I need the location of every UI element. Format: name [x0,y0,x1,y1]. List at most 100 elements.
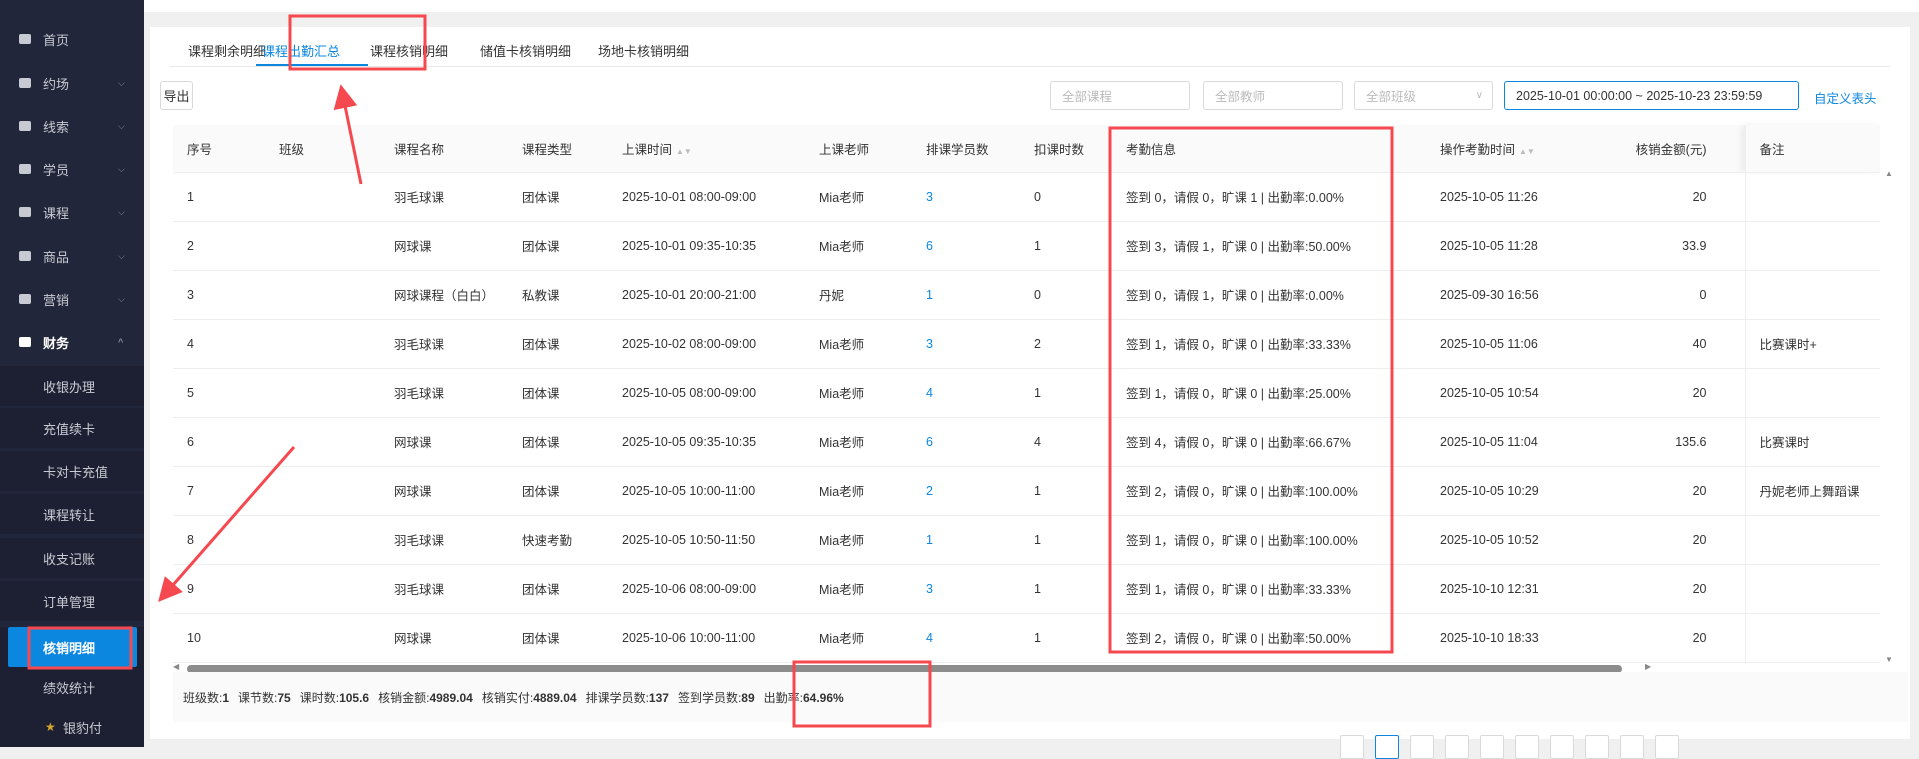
export-button[interactable]: 导出 [160,81,193,110]
sort-icon[interactable]: ▲▼ [1519,147,1535,156]
table-cell: 团体课 [508,564,608,614]
summary-item: 签到学员数:89 [678,689,755,706]
sidebar-item-3[interactable]: 学员 ⌵ [0,149,144,189]
table-cell: 2025-10-02 08:00-09:00 [608,319,805,369]
chevron-icon: ⌵ [118,293,125,304]
sidebar-subitem-2[interactable]: 卡对卡充值 [0,451,144,491]
table-cell: 20 [1600,172,1745,222]
table-cell [265,466,380,516]
sidebar-item-7[interactable]: 财务 ^ [0,322,144,362]
table-cell: 7 [173,466,265,516]
table-cell: 团体课 [508,368,608,418]
tab-3[interactable]: 储值卡核销明细 [480,41,571,65]
table-cell: 网球课 [380,417,508,467]
table-cell: 2025-10-05 10:54 [1426,368,1600,418]
table-cell: 2025-09-30 16:56 [1426,270,1600,320]
table-cell[interactable]: 1 [912,515,1020,565]
teacher-filter-input[interactable]: 全部教师 [1203,81,1343,110]
table-row: 1 羽毛球课 团体课 2025-10-01 08:00-09:00 Mia老师 3 0 签到 … [173,172,1880,222]
table-cell: 9 [173,564,265,614]
sidebar-item-0[interactable]: 首页 [0,19,144,59]
sidebar-subitem-1[interactable]: 充值续卡 [0,408,144,448]
sidebar-item-2[interactable]: 线索 ⌵ [0,106,144,146]
table-cell: 2025-10-05 10:29 [1426,466,1600,516]
summary-value: 105.6 [339,690,370,705]
course-filter-input[interactable]: 全部课程 [1050,81,1190,110]
table-cell: 2025-10-05 08:00-09:00 [608,368,805,418]
table-cell[interactable]: 3 [912,172,1020,222]
custom-header-link[interactable]: 自定义表头 [1814,88,1877,107]
table-cell[interactable]: 6 [912,417,1020,467]
table-cell: Mia老师 [805,417,912,467]
sidebar-subitem-8[interactable]: ★ 银豹付 [0,707,144,747]
table-cell[interactable]: 2 [912,466,1020,516]
chevron-icon: ⌵ [118,206,125,217]
table-cell: 羽毛球课 [380,515,508,565]
summary-label: 出勤率: [763,690,803,705]
table-cell[interactable]: 3 [912,564,1020,614]
table-cell[interactable]: 6 [912,221,1020,271]
sidebar-item-5[interactable]: 商品 ⌵ [0,236,144,276]
summary-value: 64.96% [803,690,844,705]
sort-icon[interactable]: ▲▼ [676,147,692,156]
table-cell: 2025-10-01 08:00-09:00 [608,172,805,222]
table-cell: 羽毛球课 [380,368,508,418]
user-list-icon [19,121,31,131]
table-cell: 丹妮 [805,270,912,320]
table-cell[interactable]: 4 [912,368,1020,418]
class-filter-select[interactable]: 全部班级 ∨ [1354,81,1493,110]
sidebar-item-4[interactable]: 课程 ⌵ [0,192,144,232]
sidebar-item-label: 线索 [43,119,70,135]
tab-4[interactable]: 场地卡核销明细 [598,41,689,65]
id-card-icon [19,164,31,174]
column-header[interactable]: 操作考勤时间 ▲▼ [1426,125,1600,173]
discount-icon [19,294,31,304]
sidebar-subitem-7[interactable]: 绩效统计 [0,667,144,707]
table-cell: 比赛课时+ [1744,319,1880,369]
sidebar-subitem-0[interactable]: 收银办理 [0,366,144,406]
table-cell: 签到 1，请假 0，旷课 0 | 出勤率:100.00% [1112,515,1426,565]
summary-label: 班级数: [183,690,223,705]
content-panel: 课程剩余明细 课程出勤汇总 课程核销明细 储值卡核销明细 场地卡核销明细 导出 全部课程… [150,27,1910,759]
scroll-left-icon[interactable]: ◀ [173,662,179,671]
vertical-scrollbar[interactable]: ▲ ▼ [1885,169,1895,664]
table-cell: 丹妮老师上舞蹈课 [1744,466,1880,516]
sidebar-subitem-5[interactable]: 订单管理 [0,581,144,621]
date-range-picker[interactable]: 2025-10-01 00:00:00 ~ 2025-10-23 23:59:5… [1504,81,1799,110]
sidebar-item-1[interactable]: 约场 ⌵ [0,63,144,103]
chevron-icon: ⌵ [118,250,125,261]
table-cell: 签到 4，请假 0，旷课 0 | 出勤率:66.67% [1112,417,1426,467]
table-cell: Mia老师 [805,221,912,271]
table-cell: 网球课 [380,613,508,663]
table-cell[interactable]: 3 [912,319,1020,369]
sidebar-item-6[interactable]: 营销 ⌵ [0,279,144,319]
sidebar-subitem-3[interactable]: 课程转让 [0,494,144,534]
table-cell: 快速考勤 [508,515,608,565]
sidebar-subitem-6[interactable]: 核销明细 [0,627,144,667]
summary-label: 核销实付: [481,690,534,705]
table-cell: Mia老师 [805,613,912,663]
table-cell: 团体课 [508,613,608,663]
scroll-down-icon[interactable]: ▼ [1885,655,1893,664]
calendar-check-icon [19,78,31,88]
table-cell[interactable]: 1 [912,270,1020,320]
sidebar-item-label: 约场 [43,76,70,92]
tab-0[interactable]: 课程剩余明细 [188,41,266,65]
scroll-up-icon[interactable]: ▲ [1885,169,1893,178]
column-header[interactable]: 上课时间 ▲▼ [608,125,805,173]
table-cell: 羽毛球课 [380,172,508,222]
table-cell[interactable]: 4 [912,613,1020,663]
table-cell: 羽毛球课 [380,564,508,614]
table-cell: 签到 1，请假 0，旷课 0 | 出勤率:33.33% [1112,564,1426,614]
table-cell: 比赛课时 [1744,417,1880,467]
table-cell: 3 [173,270,265,320]
tab-2[interactable]: 课程核销明细 [370,41,448,65]
scroll-right-icon[interactable]: ▶ [1645,662,1651,671]
class-filter-placeholder: 全部班级 [1366,90,1417,104]
chevron-icon: ⌵ [118,163,125,174]
sidebar-subitem-4[interactable]: 收支记账 [0,538,144,578]
table-cell: 1 [173,172,265,222]
tab-1[interactable]: 课程出勤汇总 [262,41,340,65]
table-cell [265,221,380,271]
table-cell: 135.6 [1600,417,1745,467]
